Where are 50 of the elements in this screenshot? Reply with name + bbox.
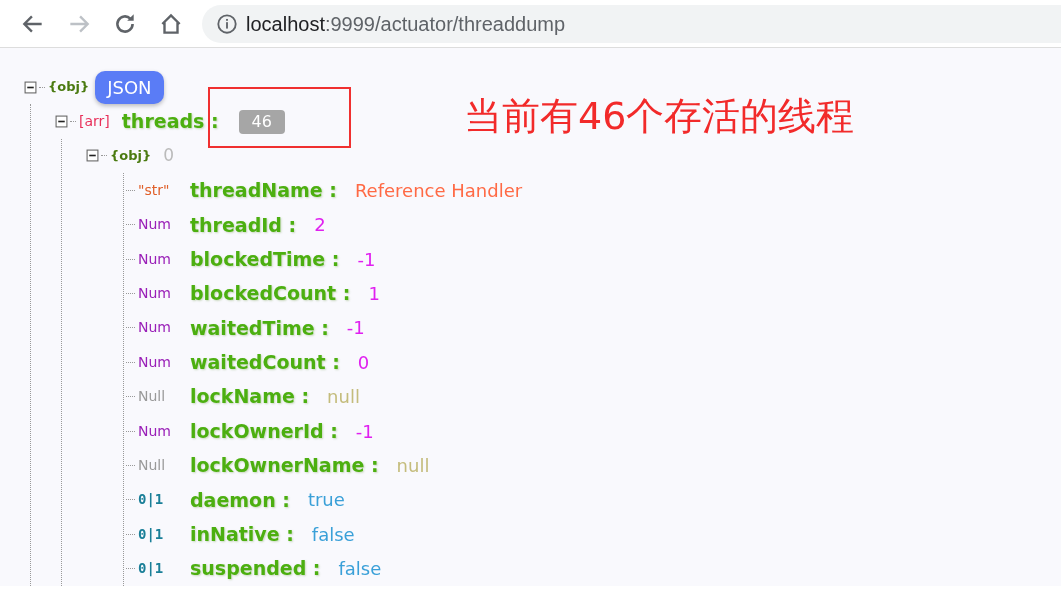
key-label: threads : bbox=[121, 109, 219, 135]
key-label: blockedCount : bbox=[190, 281, 351, 307]
type-tag: Null bbox=[138, 455, 190, 476]
key-label: lockOwnerId : bbox=[190, 418, 338, 444]
value-text: -1 bbox=[355, 419, 374, 444]
collapse-toggle[interactable] bbox=[86, 149, 99, 163]
value-text: false bbox=[311, 522, 355, 547]
key-label: blockedTime : bbox=[190, 246, 340, 272]
key-label: waitedCount : bbox=[190, 350, 340, 376]
type-tag: Null bbox=[138, 386, 190, 408]
index-label: 0 bbox=[163, 144, 175, 168]
type-tag: 0|1 bbox=[138, 558, 190, 580]
type-tag: Num bbox=[138, 420, 190, 442]
type-tag: Num bbox=[138, 283, 190, 305]
key-label: lockOwnerName : bbox=[190, 453, 379, 479]
key-label: threadName : bbox=[190, 178, 337, 204]
value-text: -1 bbox=[346, 316, 365, 341]
value-text: 1 bbox=[368, 282, 380, 307]
type-tag: Num bbox=[138, 317, 190, 339]
type-tag: "str" bbox=[138, 179, 190, 201]
value-text: false bbox=[338, 557, 382, 582]
type-tag: [arr] bbox=[79, 111, 110, 133]
type-tag: {obj} bbox=[48, 77, 90, 97]
type-tag: Num bbox=[138, 214, 190, 236]
key-label: lockName : bbox=[190, 384, 310, 410]
type-tag: {obj} bbox=[110, 146, 152, 166]
url-text: localhost:9999/actuator/threaddump bbox=[246, 11, 566, 37]
value-text: 2 bbox=[314, 213, 326, 238]
collapse-toggle[interactable] bbox=[24, 80, 37, 94]
type-tag: 0|1 bbox=[138, 523, 190, 545]
key-label: daemon : bbox=[190, 487, 290, 513]
key-label: waitedTime : bbox=[190, 315, 329, 341]
value-text: true bbox=[307, 488, 345, 513]
type-tag: Num bbox=[138, 248, 190, 270]
value-text: Reference Handler bbox=[354, 178, 523, 203]
value-text: -1 bbox=[357, 247, 376, 272]
type-tag: Num bbox=[138, 351, 190, 373]
value-text: 0 bbox=[357, 350, 370, 375]
json-button[interactable]: JSON bbox=[95, 70, 164, 104]
value-text: null bbox=[396, 454, 430, 478]
count-badge: 46 bbox=[238, 109, 285, 134]
key-label: threadId : bbox=[190, 212, 297, 238]
address-bar[interactable]: localhost:9999/actuator/threaddump bbox=[202, 4, 1061, 43]
info-icon bbox=[216, 12, 238, 35]
type-tag: 0|1 bbox=[138, 489, 190, 511]
annotation-text: 当前有46个存活的线程 bbox=[464, 93, 855, 140]
value-text: null bbox=[327, 385, 360, 410]
key-label: inNative : bbox=[190, 522, 294, 547]
key-label: suspended : bbox=[190, 556, 321, 582]
collapse-toggle[interactable] bbox=[55, 115, 68, 129]
